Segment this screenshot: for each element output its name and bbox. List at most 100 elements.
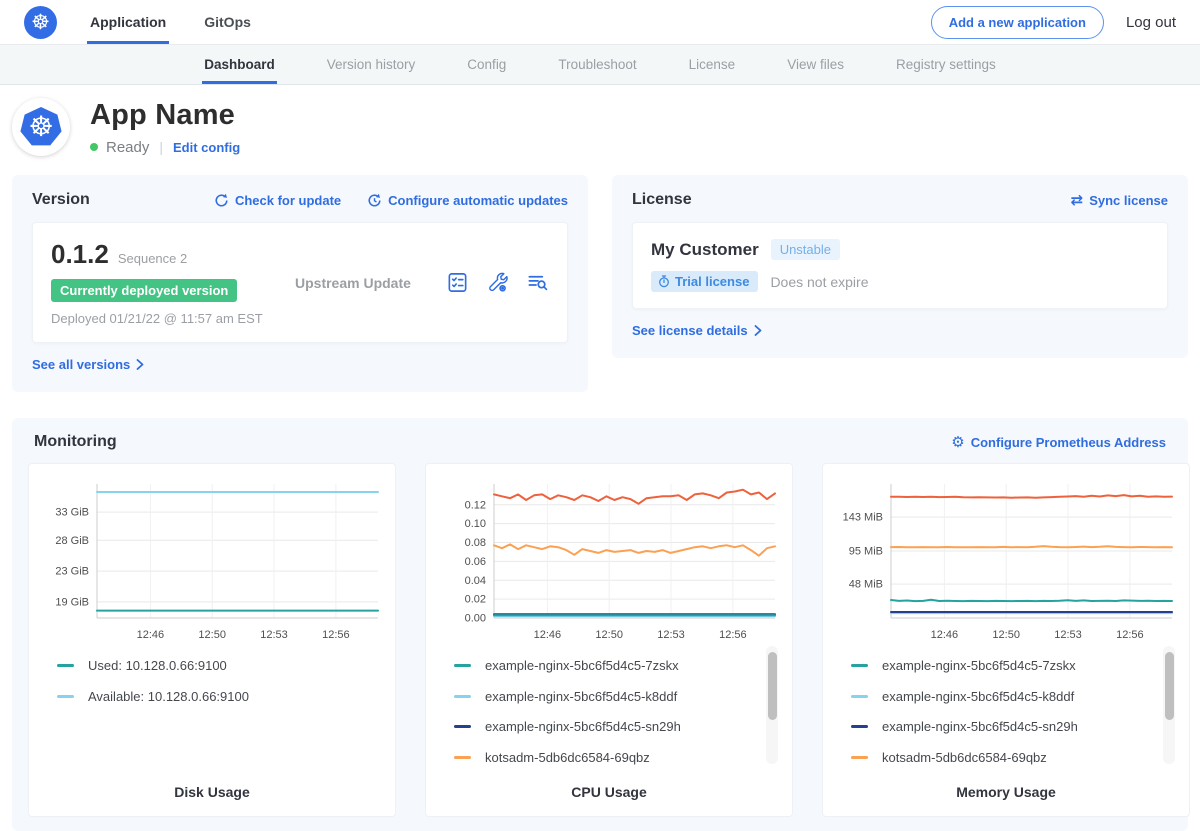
svg-text:0.02: 0.02 [465, 594, 486, 606]
brand-logo[interactable]: ☸ [24, 0, 57, 44]
svg-text:12:46: 12:46 [534, 629, 562, 641]
legend-item: example-nginx-5bc6f5d4c5-7zskx [454, 658, 780, 673]
legend-item: Available: 10.128.0.66:9100 [57, 689, 383, 704]
chevron-right-icon [136, 359, 144, 370]
legend-item: example-nginx-5bc6f5d4c5-7zskx [851, 658, 1177, 673]
cpu-usage-chart: 0.120.100.080.060.040.020.0012:4612:5012… [438, 474, 780, 646]
logout-link[interactable]: Log out [1126, 14, 1176, 31]
top-nav-bar: ☸ Application GitOps Add a new applicati… [0, 0, 1200, 45]
legend-item: example-nginx-5bc6f5d4c5-sn29h [454, 719, 780, 734]
scrollbar-thumb[interactable] [768, 652, 777, 720]
see-license-details-link[interactable]: See license details [632, 323, 762, 338]
chart-title: Memory Usage [835, 784, 1177, 800]
subnav-tab-config[interactable]: Config [465, 45, 508, 84]
deployed-timestamp: Deployed 01/21/22 @ 11:57 am EST [51, 311, 263, 326]
monitoring-title: Monitoring [34, 433, 117, 451]
legend-swatch [57, 664, 74, 667]
config-wrench-icon[interactable] [486, 271, 509, 294]
legend-swatch [454, 664, 471, 667]
check-for-update-link[interactable]: Check for update [214, 193, 341, 208]
subnav-tab-license[interactable]: License [687, 45, 738, 84]
chart-title: CPU Usage [438, 784, 780, 800]
subnav-tab-troubleshoot[interactable]: Troubleshoot [556, 45, 638, 84]
disk-usage-legend: Used: 10.128.0.66:9100 Available: 10.128.… [41, 658, 383, 778]
edit-config-link[interactable]: Edit config [173, 140, 240, 155]
subnav-tab-registry-settings[interactable]: Registry settings [894, 45, 998, 84]
subnav-tab-dashboard[interactable]: Dashboard [202, 45, 277, 84]
configure-automatic-updates-link[interactable]: Configure automatic updates [367, 193, 568, 208]
legend-item: example-nginx-5bc6f5d4c5-k8ddf [851, 689, 1177, 704]
svg-text:33 GiB: 33 GiB [55, 507, 89, 519]
legend-swatch [454, 695, 471, 698]
app-header: ☸ App Name Ready | Edit config [0, 85, 1200, 175]
version-card-title: Version [32, 191, 90, 209]
legend-label: example-nginx-5bc6f5d4c5-k8ddf [485, 689, 677, 704]
svg-text:143 MiB: 143 MiB [843, 512, 883, 524]
topbar-spacer [286, 0, 931, 44]
legend-label: example-nginx-5bc6f5d4c5-sn29h [485, 719, 681, 734]
legend-label: example-nginx-5bc6f5d4c5-7zskx [485, 658, 679, 673]
configure-prometheus-link[interactable]: ⚙ Configure Prometheus Address [951, 435, 1166, 450]
legend-item: kotsadm-5db6dc6584-69qbz [851, 750, 1177, 765]
scrollbar-thumb[interactable] [1165, 652, 1174, 720]
svg-text:12:56: 12:56 [719, 629, 747, 641]
svg-text:12:50: 12:50 [595, 629, 623, 641]
svg-text:0.10: 0.10 [465, 518, 486, 530]
see-all-versions-link[interactable]: See all versions [32, 357, 144, 372]
kubernetes-logo-icon: ☸ [24, 6, 57, 39]
svg-text:12:53: 12:53 [1054, 629, 1082, 641]
disk-usage-panel: 33 GiB28 GiB23 GiB19 GiB12:4612:5012:531… [28, 463, 396, 817]
trial-license-badge: Trial license [651, 271, 758, 292]
svg-text:12:50: 12:50 [198, 629, 226, 641]
svg-text:12:53: 12:53 [260, 629, 288, 641]
divider: | [159, 139, 163, 155]
tab-gitops[interactable]: GitOps [201, 0, 254, 44]
view-files-logs-icon[interactable] [526, 271, 549, 294]
svg-text:0.00: 0.00 [465, 613, 486, 625]
chart-title: Disk Usage [41, 784, 383, 800]
svg-text:12:46: 12:46 [137, 629, 165, 641]
legend-label: example-nginx-5bc6f5d4c5-7zskx [882, 658, 1076, 673]
legend-scrollbar[interactable] [766, 646, 778, 764]
legend-swatch [851, 695, 868, 698]
svg-text:0.08: 0.08 [465, 537, 486, 549]
svg-text:12:56: 12:56 [1116, 629, 1144, 641]
license-panel: My Customer Unstable Trial license Does … [632, 222, 1168, 309]
version-source-label: Upstream Update [295, 275, 411, 291]
cpu-usage-legend: example-nginx-5bc6f5d4c5-7zskx example-ng… [438, 658, 780, 778]
deployed-version-badge: Currently deployed version [51, 279, 237, 302]
memory-usage-panel: 143 MiB95 MiB48 MiB12:4612:5012:5312:56 … [822, 463, 1190, 817]
memory-usage-chart: 143 MiB95 MiB48 MiB12:4612:5012:5312:56 [835, 474, 1177, 646]
auto-update-clock-icon [367, 193, 382, 208]
legend-swatch [454, 725, 471, 728]
app-status-text: Ready [106, 139, 149, 156]
version-sequence: Sequence 2 [118, 251, 187, 266]
subnav-tab-view-files[interactable]: View files [785, 45, 846, 84]
channel-badge: Unstable [771, 239, 840, 260]
license-card-title: License [632, 191, 692, 209]
gear-icon: ⚙ [951, 435, 964, 450]
license-card: License ⇄ Sync license My Customer Unsta… [612, 175, 1188, 358]
memory-usage-legend: example-nginx-5bc6f5d4c5-7zskx example-ng… [835, 658, 1177, 778]
preflight-checks-icon[interactable] [446, 271, 469, 294]
kubernetes-app-icon: ☸ [20, 107, 62, 147]
disk-usage-chart: 33 GiB28 GiB23 GiB19 GiB12:4612:5012:531… [41, 474, 383, 646]
tab-application[interactable]: Application [87, 0, 169, 44]
legend-item: Used: 10.128.0.66:9100 [57, 658, 383, 673]
legend-label: kotsadm-5db6dc6584-69qbz [882, 750, 1047, 765]
legend-label: example-nginx-5bc6f5d4c5-sn29h [882, 719, 1078, 734]
sync-license-link[interactable]: ⇄ Sync license [1071, 191, 1168, 209]
svg-text:0.12: 0.12 [465, 499, 486, 511]
current-version-panel: 0.1.2 Sequence 2 Currently deployed vers… [32, 222, 568, 343]
subnav-tab-version-history[interactable]: Version history [325, 45, 418, 84]
ready-status-dot [90, 143, 98, 151]
refresh-icon [214, 193, 229, 208]
legend-scrollbar[interactable] [1163, 646, 1175, 764]
license-expiration: Does not expire [770, 274, 868, 290]
sync-arrows-icon: ⇄ [1071, 191, 1084, 209]
svg-text:12:46: 12:46 [931, 629, 959, 641]
svg-text:19 GiB: 19 GiB [55, 596, 89, 608]
dashboard-content: Version Check for update Configure [0, 175, 1200, 831]
legend-item: example-nginx-5bc6f5d4c5-sn29h [851, 719, 1177, 734]
add-application-button[interactable]: Add a new application [931, 6, 1104, 39]
